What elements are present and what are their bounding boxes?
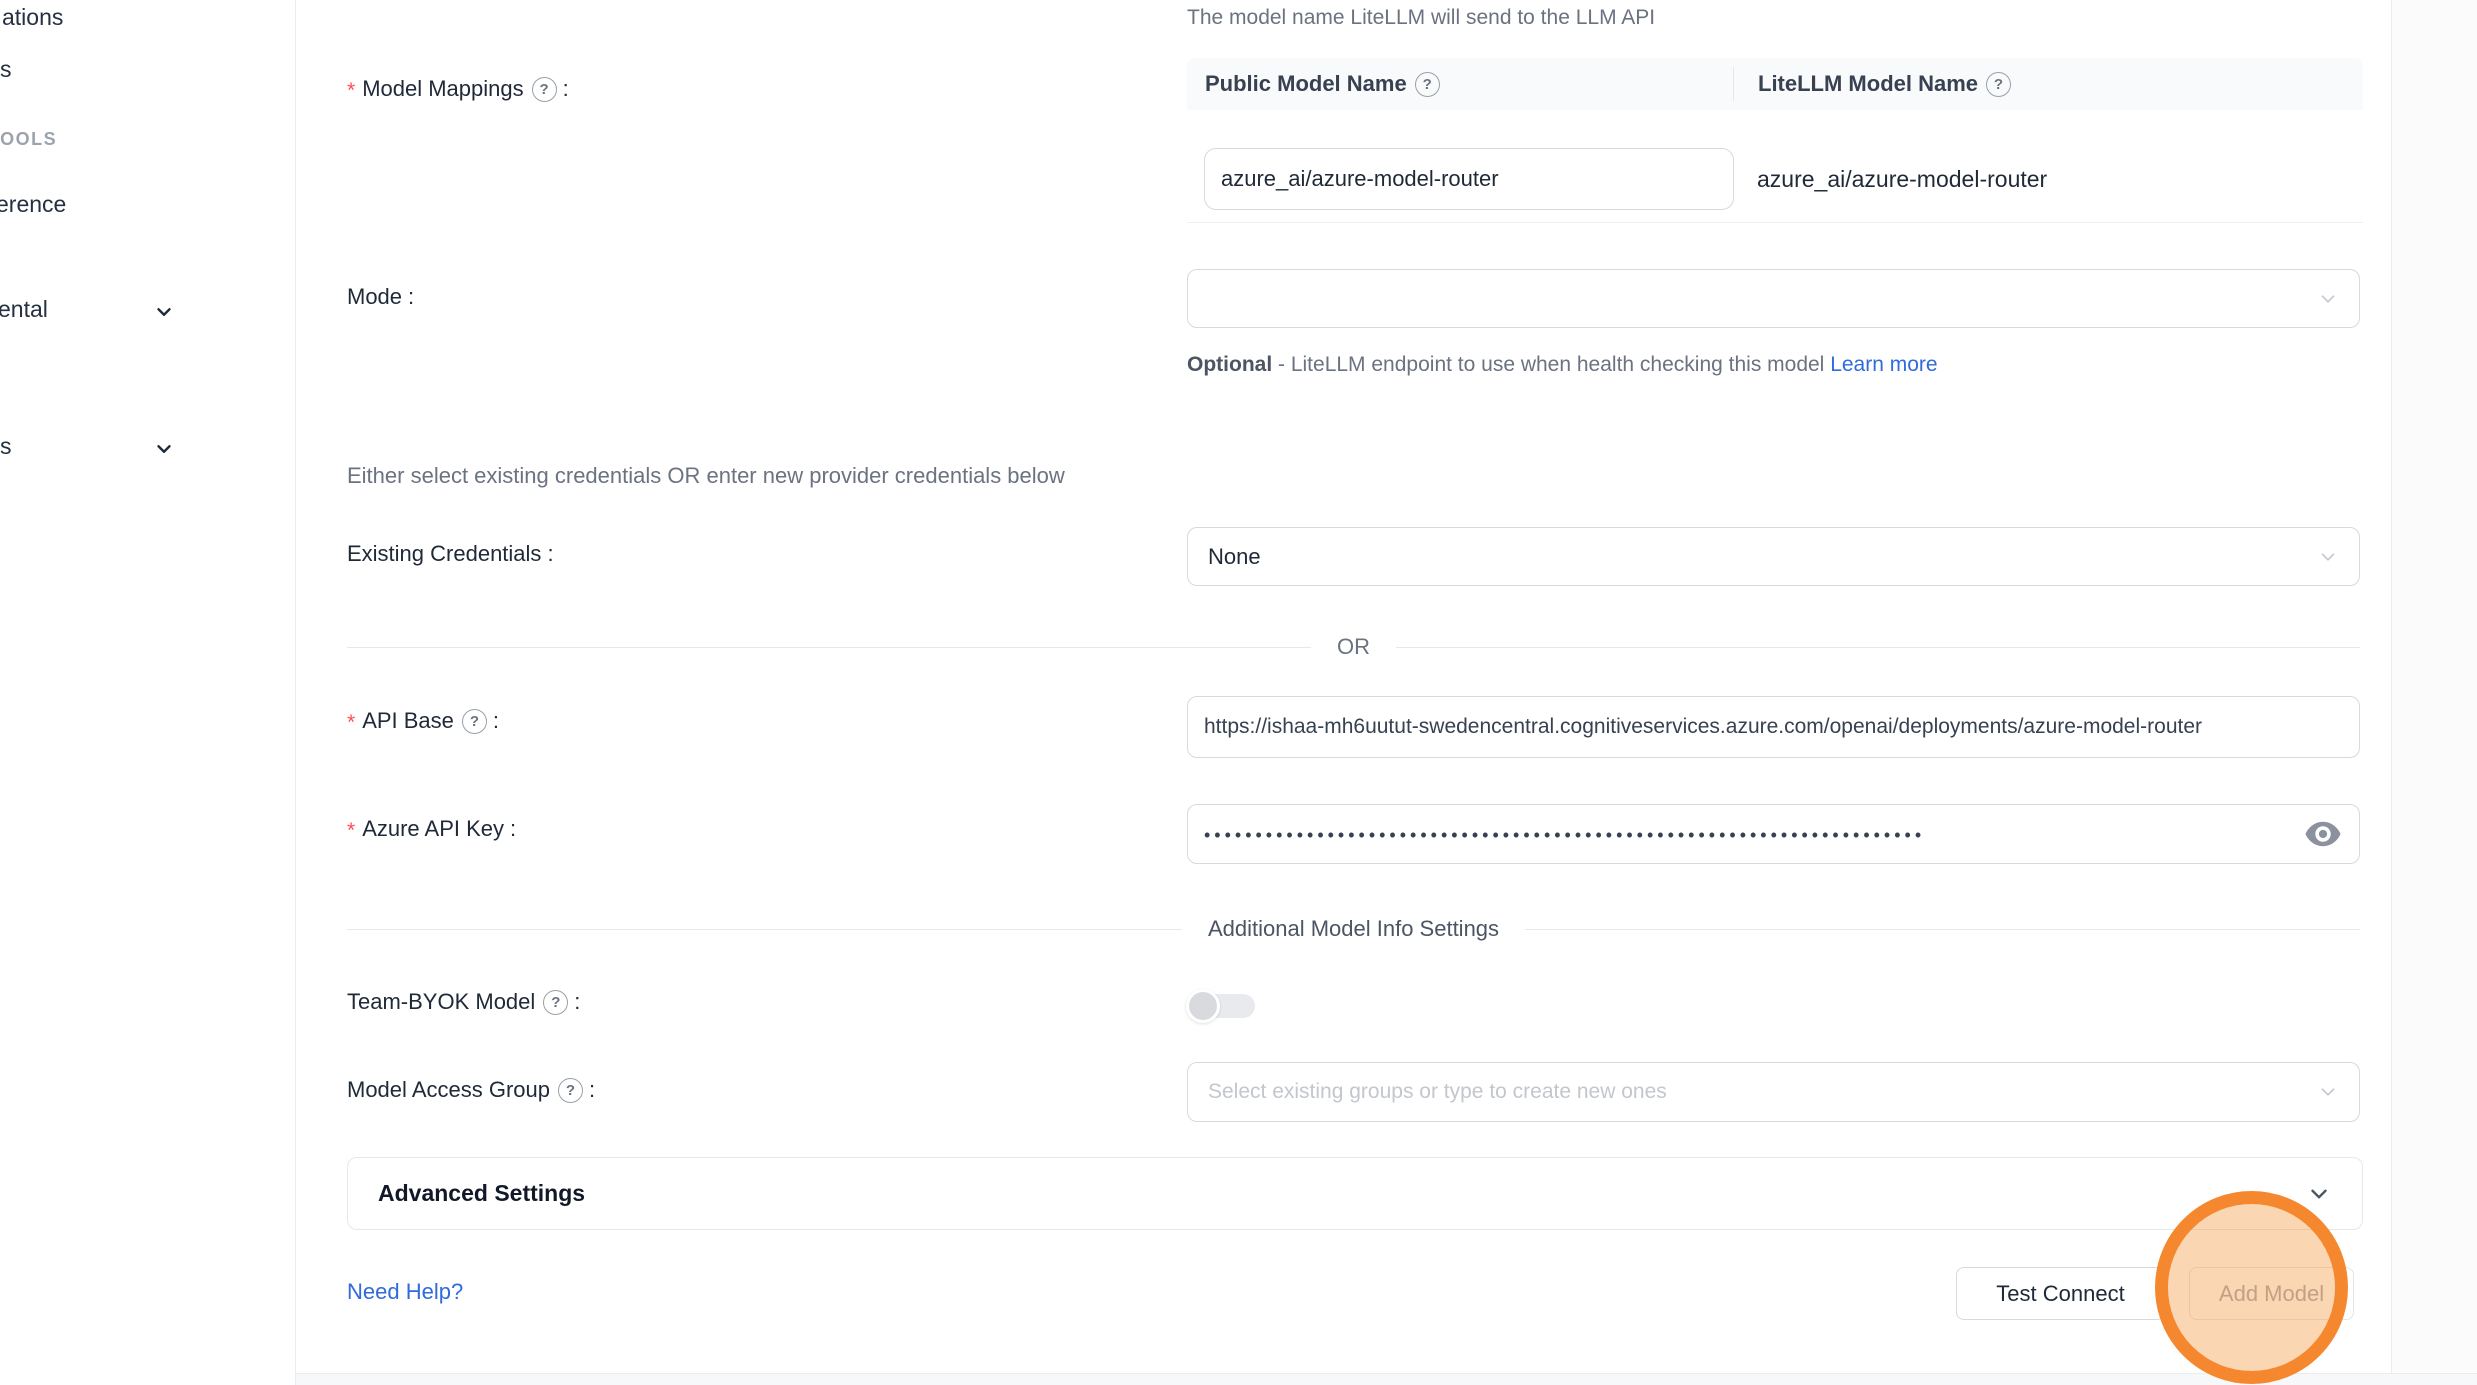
sidebar-item-settings[interactable]: s — [0, 433, 12, 460]
help-icon[interactable]: ? — [543, 990, 568, 1015]
azure-api-key-label: * Azure API Key : — [347, 816, 516, 842]
chevron-down-icon — [153, 438, 175, 460]
help-icon[interactable]: ? — [558, 1078, 583, 1103]
required-asterisk: * — [347, 79, 355, 103]
column-public-model-name: Public Model Name — [1205, 71, 1407, 97]
help-icon[interactable]: ? — [462, 709, 487, 734]
page-background-bottom — [296, 1373, 2477, 1385]
test-connect-button[interactable]: Test Connect — [1956, 1267, 2165, 1320]
model-mappings-header-row: Public Model Name ? LiteLLM Model Name ? — [1187, 58, 2363, 110]
mode-select[interactable] — [1187, 269, 2360, 328]
chevron-down-icon — [153, 301, 175, 323]
page-background-right — [2391, 0, 2477, 1385]
model-access-group-label: Model Access Group ? : — [347, 1077, 595, 1103]
required-asterisk: * — [347, 711, 355, 735]
existing-credentials-select[interactable]: None — [1187, 527, 2360, 586]
model-access-group-select[interactable]: Select existing groups or type to create… — [1187, 1062, 2360, 1122]
chevron-down-icon — [2317, 1081, 2339, 1103]
team-byok-label: Team-BYOK Model ? : — [347, 989, 580, 1015]
sidebar-item-logs[interactable]: s — [0, 56, 12, 83]
team-byok-toggle[interactable] — [1189, 994, 1255, 1018]
help-icon[interactable]: ? — [532, 77, 557, 102]
or-divider: OR — [347, 633, 2360, 661]
column-litellm-model-name: LiteLLM Model Name — [1758, 71, 1978, 97]
chevron-down-icon — [2317, 288, 2339, 310]
need-help-link[interactable]: Need Help? — [347, 1279, 463, 1305]
public-model-name-input[interactable] — [1204, 148, 1734, 210]
api-base-input[interactable] — [1187, 696, 2360, 758]
eye-icon[interactable] — [2305, 821, 2341, 847]
litellm-model-name-value: azure_ai/azure-model-router — [1757, 166, 2047, 193]
model-mappings-table: Public Model Name ? LiteLLM Model Name ?… — [1187, 58, 2363, 223]
chevron-down-icon — [2317, 546, 2339, 568]
additional-settings-divider: Additional Model Info Settings — [347, 915, 2360, 943]
add-model-form-page: ations s TOOLS erence ental s The model … — [0, 0, 2477, 1385]
sidebar-item-organizations[interactable]: ations — [2, 4, 63, 31]
chevron-down-icon — [2306, 1181, 2332, 1207]
sidebar-item-experimental[interactable]: ental — [0, 296, 48, 323]
sidebar-nav: ations s TOOLS erence ental s — [0, 0, 296, 1385]
model-mappings-label: * Model Mappings ? : — [347, 76, 569, 102]
toggle-knob — [1186, 989, 1220, 1023]
add-model-button[interactable]: Add Model — [2189, 1267, 2354, 1320]
advanced-settings-panel[interactable]: Advanced Settings — [347, 1157, 2363, 1230]
existing-credentials-label: Existing Credentials : — [347, 541, 554, 567]
learn-more-link[interactable]: Learn more — [1830, 353, 1937, 376]
model-name-helper-text: The model name LiteLLM will send to the … — [1187, 6, 1655, 30]
sidebar-item-inference[interactable]: erence — [0, 191, 66, 218]
mode-label: Mode : — [347, 284, 414, 310]
api-base-label: * API Base ? : — [347, 708, 499, 734]
mode-help-text: Optional - LiteLLM endpoint to use when … — [1187, 345, 1997, 385]
help-icon[interactable]: ? — [1986, 72, 2011, 97]
masked-api-key-value: ••••••••••••••••••••••••••••••••••••••••… — [1204, 805, 2343, 864]
required-asterisk: * — [347, 819, 355, 843]
credentials-note: Either select existing credentials OR en… — [347, 463, 1065, 489]
sidebar-section-tools: TOOLS — [0, 129, 57, 150]
help-icon[interactable]: ? — [1415, 72, 1440, 97]
azure-api-key-input[interactable]: ••••••••••••••••••••••••••••••••••••••••… — [1187, 804, 2360, 864]
